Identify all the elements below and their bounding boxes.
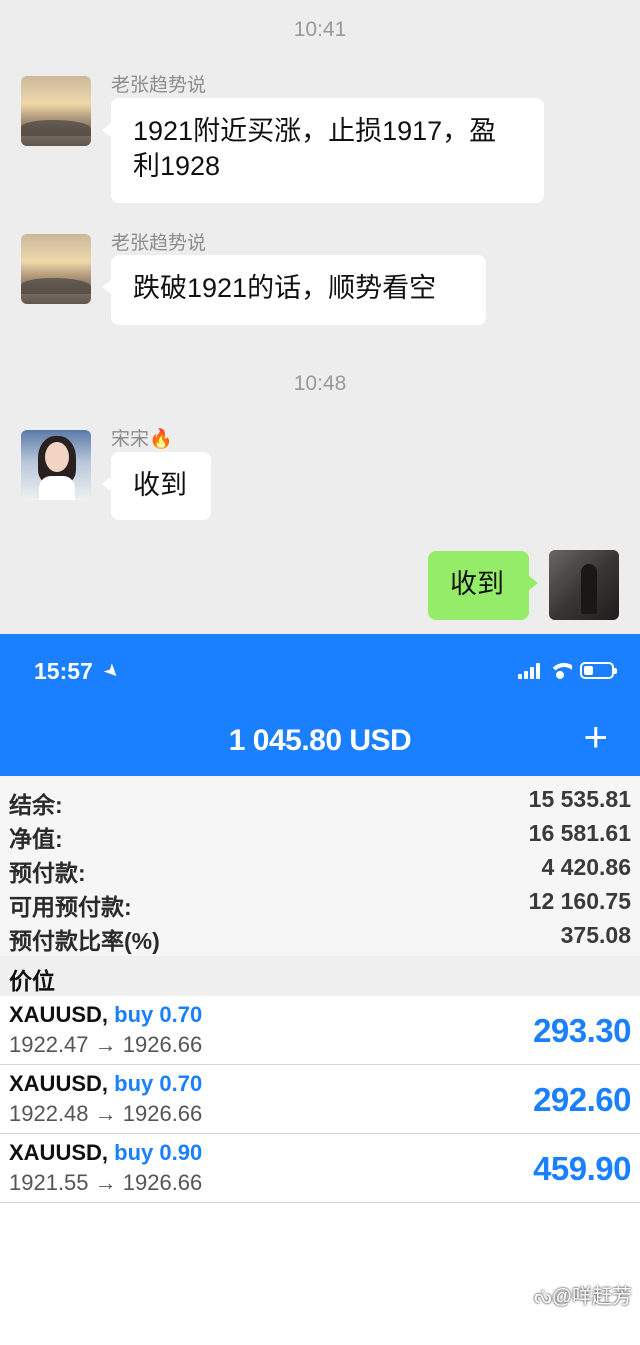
summary-value: 4 420.86 bbox=[541, 854, 631, 880]
position-prices: 1922.48 → 1926.66 bbox=[9, 1101, 203, 1126]
message-bubble[interactable]: 跌破1921的话，顺势看空 bbox=[102, 255, 486, 325]
message-bubble[interactable]: 1921附近买涨，止损1917，盈 利1928 bbox=[102, 98, 544, 203]
summary-value: 375.08 bbox=[560, 922, 631, 948]
summary-row: 净值: 16 581.61 bbox=[0, 820, 640, 854]
summary-label: 结余: bbox=[9, 792, 63, 818]
time-separator: 10:48 bbox=[293, 372, 347, 395]
position-row[interactable]: XAUUSD, buy 0.70 1922.47 → 1926.66 293.3… bbox=[0, 996, 640, 1065]
sunset-avatar[interactable] bbox=[21, 234, 91, 304]
position-symbol: XAUUSD, bbox=[9, 1002, 109, 1027]
summary-label: 可用预付款: bbox=[9, 894, 132, 920]
summary-row: 可用预付款: 12 160.75 bbox=[0, 888, 640, 922]
position-side: buy 0.70 bbox=[114, 1002, 203, 1027]
location-arrow-icon: ➤ bbox=[99, 658, 125, 684]
summary-row: 预付款比率(%) 375.08 bbox=[0, 922, 640, 956]
position-profit: 293.30 bbox=[533, 1012, 631, 1049]
position-row[interactable]: XAUUSD, buy 0.90 1921.55 → 1926.66 459.9… bbox=[0, 1134, 640, 1203]
summary-value: 16 581.61 bbox=[528, 820, 631, 846]
wifi-icon bbox=[548, 661, 572, 679]
message-line: 跌破1921的话，顺势看空 bbox=[133, 273, 437, 303]
summary-value: 12 160.75 bbox=[528, 888, 631, 914]
time-separator: 10:41 bbox=[293, 18, 347, 41]
girl-avatar[interactable] bbox=[21, 430, 91, 500]
position-side: buy 0.90 bbox=[114, 1140, 203, 1165]
self-avatar[interactable] bbox=[549, 550, 619, 620]
position-side: buy 0.70 bbox=[114, 1071, 203, 1096]
account-balance: 1 045.80 USD bbox=[228, 724, 412, 757]
chat-panel: 10:41 老张趋势说 1921附近买涨，止损1917，盈 利1928 老张趋势… bbox=[0, 0, 640, 634]
summary-row: 结余: 15 535.81 bbox=[0, 786, 640, 820]
sender-name: 老张趋势说 bbox=[111, 233, 207, 254]
status-time: 15:57 bbox=[34, 658, 93, 684]
message-line: 1921附近买涨，止损1917，盈 bbox=[133, 116, 497, 146]
message-bubble[interactable]: 收到 bbox=[428, 551, 538, 620]
sender-name: 宋宋🔥 bbox=[111, 429, 173, 450]
message-line: 利1928 bbox=[133, 151, 221, 181]
trading-app: 15:57 ➤ 1 045.80 USD + 结余: 15 535.81 净值:… bbox=[0, 634, 640, 1345]
cellular-signal-icon bbox=[518, 663, 540, 679]
position-profit: 459.90 bbox=[533, 1150, 631, 1187]
position-row[interactable]: XAUUSD, buy 0.70 1922.48 → 1926.66 292.6… bbox=[0, 1065, 640, 1134]
summary-label: 预付款: bbox=[9, 860, 86, 886]
battery-icon bbox=[580, 662, 617, 679]
section-title: 价位 bbox=[9, 968, 55, 994]
sender-name: 老张趋势说 bbox=[111, 75, 207, 96]
position-symbol: XAUUSD, bbox=[9, 1071, 109, 1096]
position-prices: 1921.55 → 1926.66 bbox=[9, 1170, 203, 1195]
position-prices: 1922.47 → 1926.66 bbox=[9, 1032, 203, 1057]
message-bubble[interactable]: 收到 bbox=[102, 452, 211, 520]
account-summary: 结余: 15 535.81 净值: 16 581.61 预付款: 4 420.8… bbox=[0, 776, 640, 956]
message-line: 收到 bbox=[450, 569, 504, 599]
watermark: ᔔ@咩赶芳 bbox=[533, 1286, 632, 1308]
summary-row: 预付款: 4 420.86 bbox=[0, 854, 640, 888]
sunset-avatar[interactable] bbox=[21, 76, 91, 146]
summary-value: 15 535.81 bbox=[528, 786, 631, 812]
summary-label: 净值: bbox=[9, 826, 63, 852]
positions-header: 价位 bbox=[0, 956, 640, 996]
status-icons bbox=[518, 661, 617, 679]
top-bar: 15:57 ➤ 1 045.80 USD + bbox=[0, 634, 640, 776]
summary-label: 预付款比率(%) bbox=[9, 928, 160, 954]
add-order-button[interactable]: + bbox=[583, 716, 608, 758]
message-line: 收到 bbox=[133, 470, 187, 500]
position-symbol: XAUUSD, bbox=[9, 1140, 109, 1165]
position-profit: 292.60 bbox=[533, 1081, 631, 1118]
